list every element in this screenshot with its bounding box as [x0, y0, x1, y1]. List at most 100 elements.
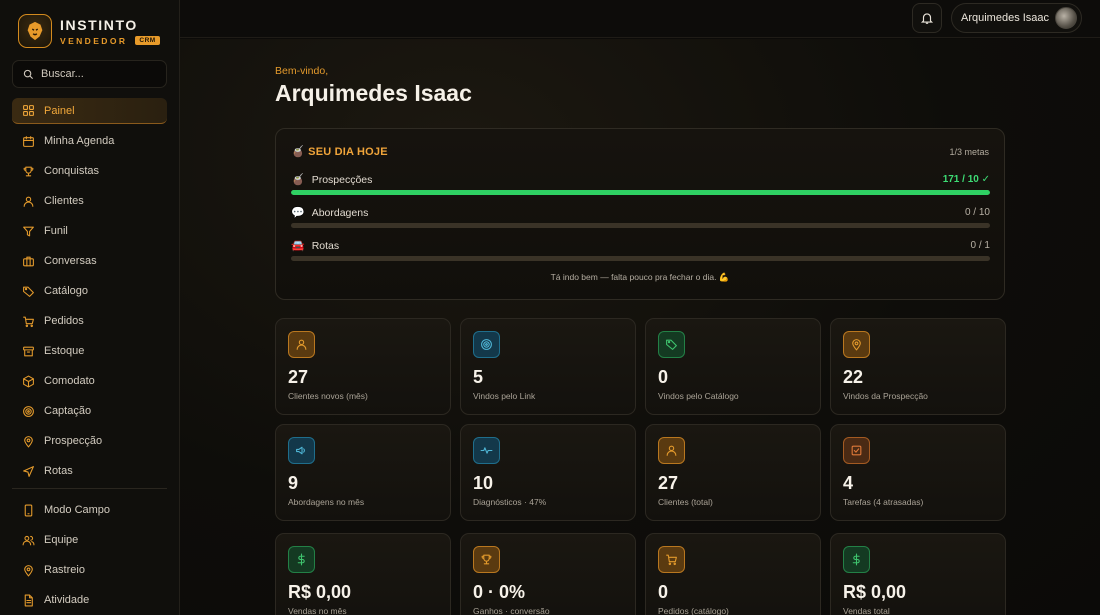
brand[interactable]: INSTINTO VENDEDOR CRM: [18, 14, 160, 48]
navigation-icon: [21, 464, 35, 478]
search-icon: [23, 69, 34, 79]
stat-card[interactable]: 4 Tarefas (4 atrasadas): [830, 424, 1006, 521]
sidebar-item-rotas[interactable]: Rotas: [12, 458, 167, 484]
cart-icon: [658, 546, 685, 573]
main-content: Bem-vindo, Arquimedes Isaac 🧉 SEU DIA HO…: [180, 39, 1100, 615]
stat-card[interactable]: R$ 0,00 Vendas no mês: [275, 533, 451, 615]
user-icon: [288, 331, 315, 358]
goal-prospeccoes: 🧉 Prospecções 171 / 10 ✓: [291, 173, 990, 195]
target-icon: [21, 404, 35, 418]
avatar: [1055, 7, 1077, 29]
stat-value: R$ 0,00: [843, 582, 907, 602]
car-icon: 🚘: [291, 240, 305, 252]
stat-card[interactable]: 5 Vindos pelo Link: [460, 318, 636, 415]
trophy-icon: [21, 164, 35, 178]
stat-value: R$ 0,00: [288, 582, 352, 602]
grid-icon: [21, 104, 35, 118]
goal-value: 0 / 1: [970, 240, 990, 251]
pin-icon: [21, 434, 35, 448]
stat-value: 27: [658, 473, 679, 493]
stat-label: Ganhos · conversão: [473, 606, 550, 615]
goal-label: Abordagens: [311, 206, 369, 219]
sidebar-item-label: Prospecção: [44, 435, 103, 447]
sidebar-item-pedidos[interactable]: Pedidos: [12, 308, 167, 334]
sidebar-item-prospeccao[interactable]: Prospecção: [12, 428, 167, 454]
bell-icon: [920, 13, 934, 24]
sidebar-item-label: Captação: [44, 405, 92, 417]
sidebar-item-label: Minha Agenda: [44, 135, 115, 147]
stat-label: Tarefas (4 atrasadas): [843, 497, 924, 507]
stat-value: 9: [288, 473, 299, 493]
sidebar-item-painel[interactable]: Painel: [12, 98, 167, 124]
user-menu-button[interactable]: Arquimedes Isaac: [951, 3, 1082, 33]
stat-label: Vendas total: [843, 606, 890, 615]
user-name: Arquimedes Isaac: [961, 12, 1050, 24]
sidebar-item-modo-campo[interactable]: Modo Campo: [12, 497, 167, 523]
stat-label: Clientes (total): [658, 497, 713, 507]
stat-card[interactable]: 0 Pedidos (catálogo): [645, 533, 821, 615]
chat-icon: 💬: [291, 207, 305, 219]
sidebar-item-comodato[interactable]: Comodato: [12, 368, 167, 394]
goal-label: Rotas: [311, 239, 340, 252]
sidebar-item-funil[interactable]: Funil: [12, 218, 167, 244]
topbar: Arquimedes Isaac: [180, 0, 1100, 38]
sidebar-item-atividade[interactable]: Atividade: [12, 587, 167, 613]
stat-value: 4: [843, 473, 854, 493]
calendar-icon: [21, 134, 35, 148]
tag-icon: [21, 284, 35, 298]
tag-icon: [658, 331, 685, 358]
goal-progress-track: [291, 190, 990, 195]
sidebar-item-label: Pedidos: [44, 315, 84, 327]
stat-value: 10: [473, 473, 494, 493]
sidebar-divider: [12, 488, 167, 489]
stat-card[interactable]: 27 Clientes (total): [645, 424, 821, 521]
mate-icon: 🧉: [291, 174, 305, 186]
sidebar-item-conquistas[interactable]: Conquistas: [12, 158, 167, 184]
checkbox-icon: [843, 437, 870, 464]
notifications-button[interactable]: [912, 3, 942, 33]
stat-card[interactable]: 9 Abordagens no mês: [275, 424, 451, 521]
sidebar-item-clientes[interactable]: Clientes: [12, 188, 167, 214]
search-input[interactable]: [41, 68, 161, 80]
location-icon: [21, 563, 35, 577]
goals-counter: 1/3 metas: [949, 147, 989, 157]
sidebar-item-conversas[interactable]: Conversas: [12, 248, 167, 274]
sidebar-item-captacao[interactable]: Captação: [12, 398, 167, 424]
sidebar-item-estoque[interactable]: Estoque: [12, 338, 167, 364]
stat-card[interactable]: 0 · 0% Ganhos · conversão: [460, 533, 636, 615]
stat-card[interactable]: 22 Vindos da Prospecção: [830, 318, 1006, 415]
sidebar-item-label: Comodato: [44, 375, 95, 387]
sidebar-item-minha-agenda[interactable]: Minha Agenda: [12, 128, 167, 154]
pulse-icon: [473, 437, 500, 464]
sidebar-item-catalogo[interactable]: Catálogo: [12, 278, 167, 304]
sidebar-item-label: Painel: [44, 104, 75, 117]
megaphone-icon: [288, 437, 315, 464]
trophy-icon: [473, 546, 500, 573]
stat-label: Abordagens no mês: [288, 497, 365, 507]
daily-goals-card: 🧉 SEU DIA HOJE 1/3 metas 🧉 Prospecções 17…: [275, 128, 1005, 300]
stat-label: Vindos pelo Catálogo: [658, 391, 739, 401]
stat-value: 0: [658, 367, 669, 387]
stat-label: Vendas no mês: [288, 606, 347, 615]
user-icon: [658, 437, 685, 464]
goal-label: Prospecções: [311, 173, 373, 186]
stat-value: 27: [288, 367, 309, 387]
stat-card[interactable]: 10 Diagnósticos · 47%: [460, 424, 636, 521]
sidebar-item-label: Rastreio: [44, 564, 85, 576]
sidebar-nav: Painel Minha Agenda Conquistas Clientes Funi…: [12, 98, 167, 615]
welcome-text: Bem-vindo,: [275, 65, 329, 77]
stat-card[interactable]: R$ 0,00 Vendas total: [830, 533, 1006, 615]
phone-icon: [21, 503, 35, 517]
stat-card[interactable]: 0 Vindos pelo Catálogo: [645, 318, 821, 415]
stat-card[interactable]: 27 Clientes novos (mês): [275, 318, 451, 415]
stat-label: Clientes novos (mês): [288, 391, 368, 401]
search-box[interactable]: [12, 60, 167, 88]
target-icon: [473, 331, 500, 358]
sidebar-item-equipe[interactable]: Equipe: [12, 527, 167, 553]
sidebar-item-label: Clientes: [44, 195, 84, 207]
goal-progress-fill: [291, 190, 990, 195]
goal-value: 0 / 10: [964, 207, 990, 218]
sidebar-item-rastreio[interactable]: Rastreio: [12, 557, 167, 583]
goal-value: 171 / 10 ✓: [942, 174, 990, 185]
sidebar-item-label: Catálogo: [44, 285, 89, 297]
